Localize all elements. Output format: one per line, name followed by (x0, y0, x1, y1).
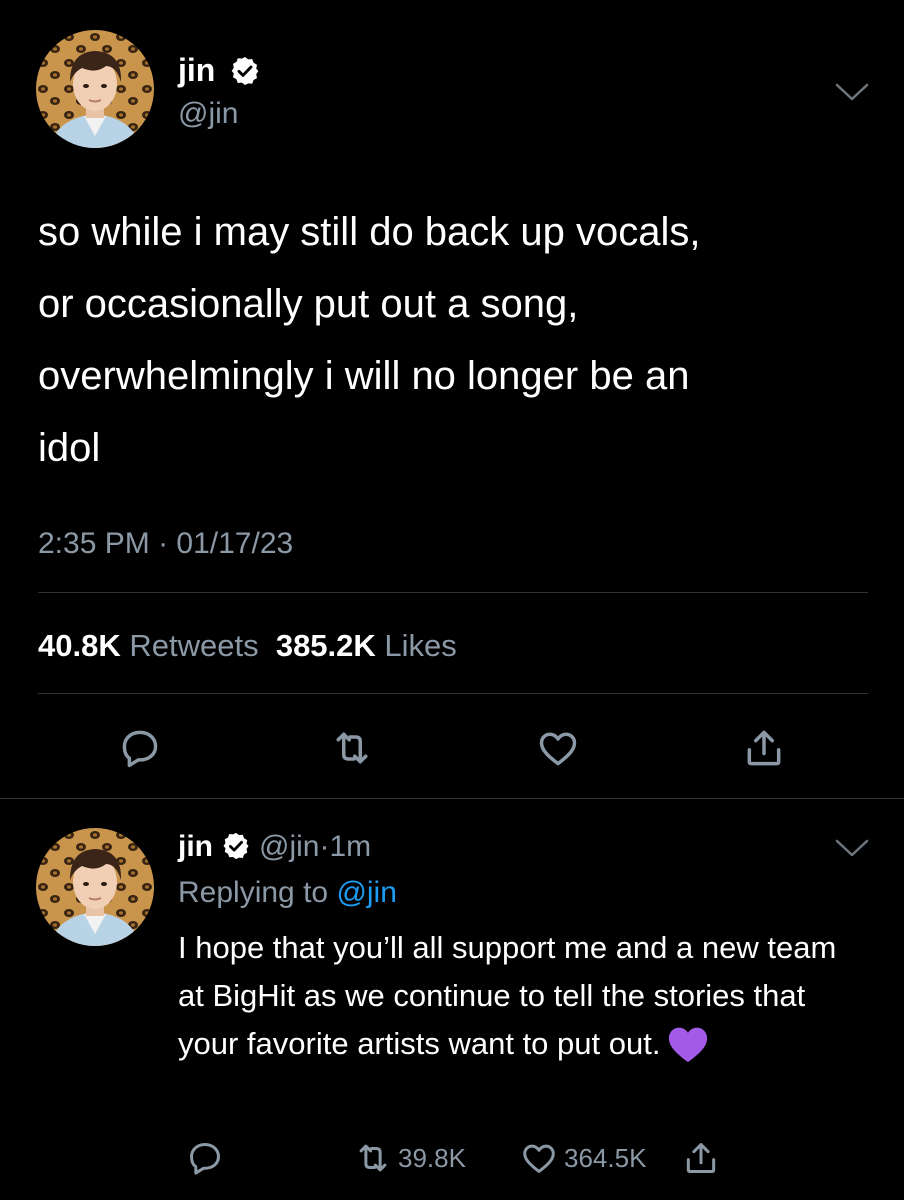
meta-separator: · (158, 527, 169, 560)
retweets-stat[interactable]: 40.8K Retweets (38, 628, 259, 663)
display-name[interactable]: jin (178, 52, 215, 88)
handle[interactable]: @jin (259, 830, 319, 863)
main-tweet: jin @jin so while i may still do back up… (0, 0, 904, 798)
chevron-down-icon[interactable] (835, 838, 869, 858)
reply-icon (190, 1143, 220, 1175)
like-count: 364.5K (564, 1142, 647, 1173)
handle[interactable]: @jin (178, 96, 238, 132)
reply-button[interactable] (186, 1138, 230, 1178)
share-button[interactable] (682, 1138, 726, 1178)
avatar[interactable] (36, 30, 154, 148)
like-button[interactable]: 364.5K (520, 1138, 646, 1178)
tweet-separator (0, 798, 904, 799)
like-count: 385.2K (275, 628, 376, 663)
reply-header: jin @jin·1m (178, 828, 371, 866)
engagement-stats: 40.8K Retweets 385.2K Likes (38, 626, 457, 666)
likes-label: Likes (384, 628, 457, 663)
retweet-icon[interactable] (330, 726, 374, 770)
tweet-time: 2:35 PM (38, 527, 150, 560)
divider (38, 693, 868, 694)
mention-link[interactable]: @jin (336, 876, 396, 909)
retweet-count: 40.8K (38, 628, 121, 663)
share-icon (686, 1143, 716, 1173)
retweet-icon (359, 1144, 387, 1172)
verified-badge-icon (221, 831, 251, 861)
like-icon (523, 1144, 555, 1173)
verified-badge-icon (229, 55, 261, 87)
share-icon[interactable] (742, 726, 786, 770)
retweets-label: Retweets (129, 628, 259, 663)
chevron-down-icon[interactable] (835, 82, 869, 102)
tweet-timestamp[interactable]: 2:35 PM · 01/17/23 (38, 524, 293, 564)
purple-heart-emoji (666, 1024, 710, 1064)
reply-text-block: I hope that you’ll all support me and a … (178, 924, 868, 1068)
like-icon[interactable] (536, 726, 580, 770)
avatar[interactable] (36, 828, 154, 946)
display-name[interactable]: jin (178, 830, 213, 863)
reply-icon[interactable] (118, 726, 162, 770)
replying-to: Replying to @jin (178, 874, 397, 912)
retweet-button[interactable]: 39.8K (354, 1138, 466, 1178)
tweet-date: 01/17/23 (176, 527, 294, 560)
tweet-text: I hope that you’ll all support me and a … (178, 930, 837, 1061)
likes-stat[interactable]: 385.2K Likes (276, 628, 457, 663)
time-separator: · (319, 830, 330, 863)
divider (38, 592, 868, 593)
replying-to-label: Replying to (178, 876, 329, 909)
retweet-count: 39.8K (398, 1142, 466, 1173)
tweet-time[interactable]: 1m (329, 830, 371, 863)
tweet-text: so while i may still do back up vocals, … (38, 210, 701, 470)
